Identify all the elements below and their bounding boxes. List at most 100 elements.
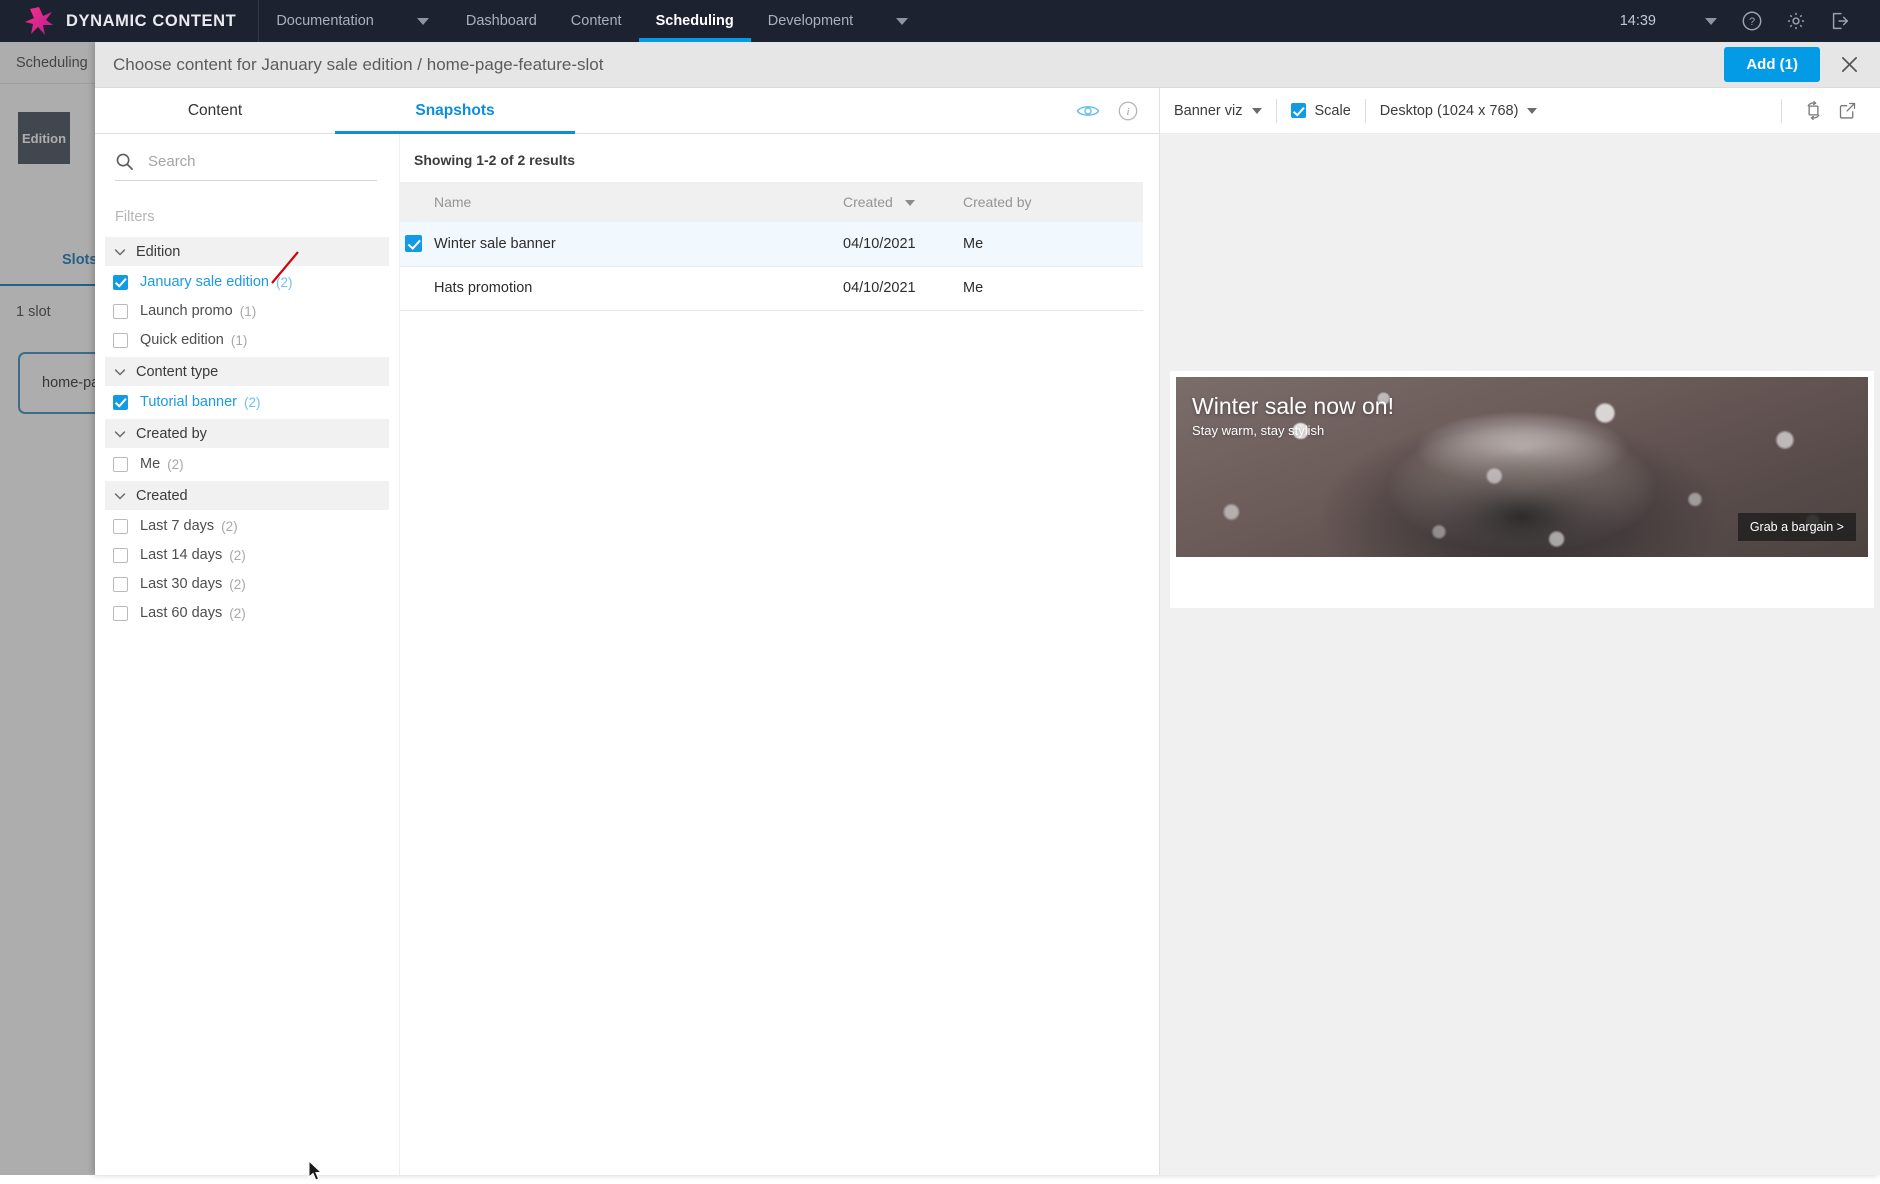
top-navigation-bar: DYNAMIC CONTENT Documentation Dashboard … [0, 0, 1880, 42]
results-count-label: Showing 1-2 of 2 results [414, 152, 576, 168]
nav-item-dashboard[interactable]: Dashboard [449, 0, 554, 42]
results-pane: Showing 1-2 of 2 results Name Created Cr… [400, 134, 1159, 1175]
filter-group-content-type[interactable]: Content type [105, 357, 389, 386]
tab-content[interactable]: Content [95, 88, 335, 133]
chevron-down-icon [1251, 107, 1262, 114]
filter-option-label: Launch promo [140, 303, 233, 319]
svg-text:?: ? [1749, 16, 1755, 28]
column-header-created-by[interactable]: Created by [963, 182, 1143, 222]
scale-label: Scale [1314, 102, 1351, 119]
filter-option-launch-promo[interactable]: Launch promo (1) [95, 298, 399, 324]
nav-items: Documentation Dashboard Content Scheduli… [259, 0, 928, 42]
nav-documentation-caret[interactable] [391, 0, 449, 42]
filter-option-label: Last 60 days [140, 605, 223, 621]
banner-image: Winter sale now on! Stay warm, stay styl… [1176, 377, 1868, 557]
visualization-select[interactable]: Banner viz [1174, 103, 1262, 119]
checkbox-icon [1290, 103, 1306, 118]
results-table: Name Created Created by Winter sale bann… [400, 182, 1143, 311]
chevron-down-icon [114, 492, 126, 500]
filter-option-last-14-days[interactable]: Last 14 days (2) [95, 542, 399, 568]
checkbox-icon [113, 576, 128, 592]
filter-option-january-sale-edition[interactable]: January sale edition (2) [95, 269, 399, 295]
filter-option-quick-edition[interactable]: Quick edition (1) [95, 327, 399, 353]
chevron-down-icon [416, 17, 429, 25]
nav-item-documentation[interactable]: Documentation [259, 0, 391, 42]
filter-option-count: (2) [167, 456, 184, 472]
search-icon [116, 153, 133, 170]
logout-icon [1832, 12, 1849, 30]
filter-option-label: Last 7 days [140, 518, 215, 534]
table-row[interactable]: Hats promotion 04/10/2021 Me [400, 266, 1143, 311]
checkbox-icon [113, 332, 128, 348]
checkbox-icon [113, 303, 128, 319]
banner-heading: Winter sale now on! [1192, 393, 1394, 419]
dynamic-content-logo-icon [24, 6, 54, 36]
filter-option-count: (2) [229, 605, 246, 621]
column-label: Created [843, 194, 893, 210]
table-row[interactable]: Winter sale banner 04/10/2021 Me [400, 222, 1143, 267]
results-table-body: Winter sale banner 04/10/2021 Me Hats pr… [400, 222, 1143, 311]
cell-name: Winter sale banner [400, 222, 843, 267]
info-button[interactable]: i [1113, 96, 1143, 126]
settings-button[interactable] [1774, 0, 1818, 42]
filters-heading: Filters [115, 209, 155, 225]
filter-option-last-60-days[interactable]: Last 60 days (2) [95, 600, 399, 626]
nav-development-caret[interactable] [870, 0, 928, 42]
nav-item-label: Scheduling [655, 13, 734, 29]
filter-option-label: Quick edition [140, 332, 224, 348]
preview-visibility-button[interactable] [1073, 96, 1103, 126]
preview-toolbar: Banner viz Scale Desktop (1024 x 768) [1160, 88, 1880, 134]
brand-name: DYNAMIC CONTENT [66, 11, 237, 30]
search-input[interactable] [146, 152, 377, 171]
filter-group-title: Content type [136, 363, 219, 380]
device-select[interactable]: Desktop (1024 x 768) [1380, 103, 1538, 119]
filter-group-created-by[interactable]: Created by [105, 419, 389, 448]
filter-option-count: (1) [230, 332, 248, 348]
brand-logo-area[interactable]: DYNAMIC CONTENT [0, 0, 258, 42]
nav-item-scheduling[interactable]: Scheduling [638, 0, 751, 42]
cell-created: 04/10/2021 [843, 266, 963, 311]
device-label: Desktop (1024 x 768) [1379, 102, 1519, 119]
chevron-down-icon [114, 430, 126, 438]
filter-option-label: Me [140, 456, 161, 472]
filter-group-edition[interactable]: Edition [105, 237, 389, 266]
logout-button[interactable] [1818, 0, 1862, 42]
cell-name: Hats promotion [400, 266, 843, 311]
tab-label: Content [187, 101, 243, 119]
search-box[interactable] [115, 152, 377, 181]
filter-option-last-7-days[interactable]: Last 7 days (2) [95, 513, 399, 539]
timezone-dropdown-button[interactable] [1686, 0, 1730, 42]
chevron-down-icon [896, 17, 909, 25]
chevron-down-icon [1527, 107, 1538, 114]
banner-subheading: Stay warm, stay stylish [1192, 423, 1325, 438]
checkbox-icon [113, 518, 128, 534]
column-header-created[interactable]: Created [843, 182, 963, 222]
nav-item-label: Dashboard [465, 13, 537, 29]
help-button[interactable]: ? [1730, 0, 1774, 42]
sort-descending-icon [904, 200, 915, 207]
banner-preview-card: Winter sale now on! Stay warm, stay styl… [1170, 371, 1874, 608]
nav-item-content[interactable]: Content [554, 0, 639, 42]
close-modal-button[interactable] [1834, 50, 1864, 80]
rotate-device-button[interactable] [1796, 94, 1830, 128]
toolbar-divider [1364, 98, 1366, 123]
add-button[interactable]: Add (1) [1724, 47, 1820, 82]
filter-option-last-30-days[interactable]: Last 30 days (2) [95, 571, 399, 597]
tabs-spacer [575, 88, 1073, 133]
checkbox-icon [113, 394, 128, 410]
tabs-icon-group: i [1073, 88, 1159, 133]
filter-option-tutorial-banner[interactable]: Tutorial banner (2) [95, 389, 399, 415]
filter-option-me[interactable]: Me (2) [95, 451, 399, 477]
banner-cta-button[interactable]: Grab a bargain > [1737, 513, 1856, 541]
preview-pane: Banner viz Scale Desktop (1024 x 768) Wi… [1160, 88, 1880, 1175]
scale-toggle[interactable]: Scale [1290, 102, 1351, 119]
nav-item-development[interactable]: Development [751, 0, 870, 42]
open-in-new-window-button[interactable] [1830, 94, 1864, 128]
modal-tabs: Content Snapshots i [95, 88, 1159, 134]
filter-group-created[interactable]: Created [105, 481, 389, 510]
column-label: Created by [963, 194, 1032, 210]
tab-snapshots[interactable]: Snapshots [335, 88, 575, 134]
eye-icon [1076, 105, 1100, 116]
row-checkbox[interactable] [405, 235, 422, 253]
column-header-name[interactable]: Name [400, 182, 843, 222]
